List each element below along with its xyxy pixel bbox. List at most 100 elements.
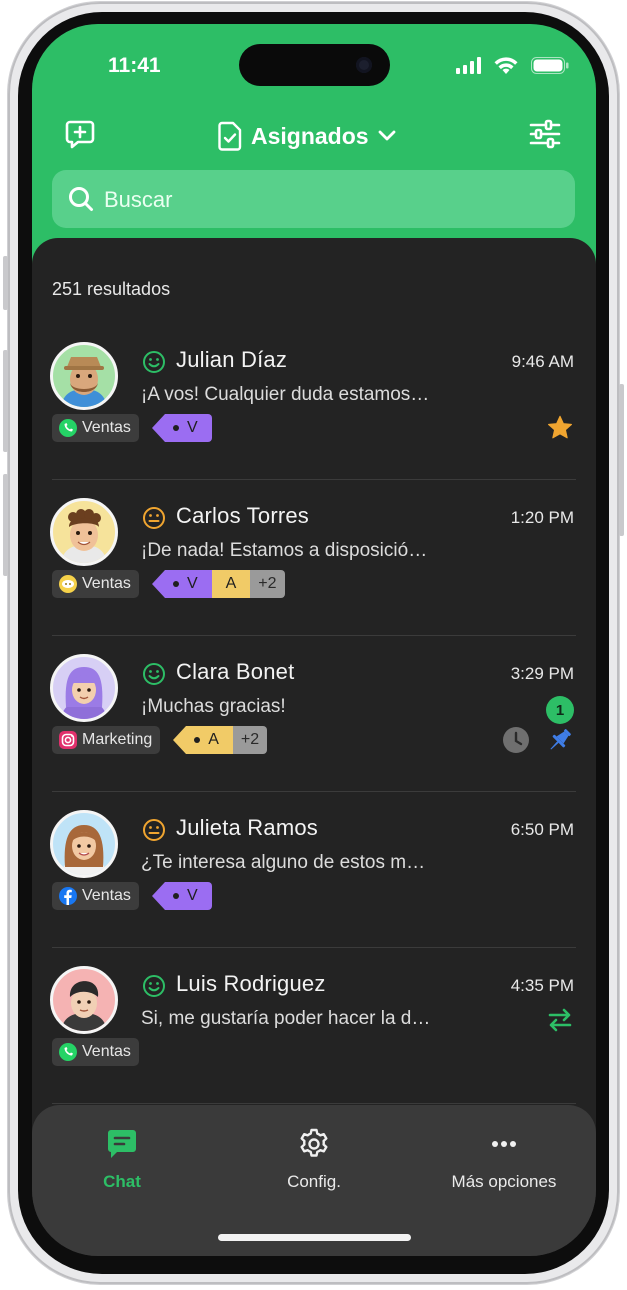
dynamic-island (239, 44, 390, 86)
tag-list: V A +2 (152, 570, 285, 598)
conversation-row[interactable]: Julieta Ramos 6:50 PM ¿Te interesa algun… (32, 792, 596, 948)
avatar (50, 342, 118, 410)
chevron-down-icon (378, 130, 395, 141)
camera-icon (356, 57, 372, 73)
channel-chip: Ventas (52, 1038, 139, 1066)
page-title: Asignados (251, 122, 369, 149)
avatar (50, 654, 118, 722)
conversation-chips: Ventas (52, 1038, 139, 1066)
conversation-row[interactable]: Carlos Torres 1:20 PM ¡De nada! Estamos … (32, 480, 596, 636)
chat-bubble-icon (108, 1130, 136, 1158)
conversation-chips: Ventas V A +2 (52, 570, 285, 598)
home-indicator[interactable] (218, 1234, 411, 1241)
tab-more-options[interactable]: Más opciones (414, 1127, 594, 1192)
tag-chip: A (173, 726, 233, 754)
message-time: 4:35 PM (510, 976, 574, 995)
message-preview: ¡A vos! Cualquier duda estamos… (141, 384, 430, 405)
conversation-chips: Ventas V (52, 414, 212, 442)
contact-name: Carlos Torres (176, 503, 310, 528)
search-icon (69, 187, 93, 211)
more-tags-chip: +2 (250, 570, 285, 598)
neutral-face-icon (143, 507, 165, 529)
channel-name: Ventas (82, 575, 131, 592)
channel-chip: Marketing (52, 726, 161, 754)
app-header: Asignados (32, 114, 596, 158)
channel-name: Ventas (82, 419, 131, 436)
contact-name: Julieta Ramos (176, 815, 318, 840)
unread-badge: 1 (546, 696, 574, 724)
assigned-icon (218, 121, 242, 151)
battery-icon (531, 57, 569, 74)
happy-face-icon (143, 975, 165, 997)
tag-label: V (186, 419, 198, 436)
transfer-icon (548, 1008, 572, 1032)
neutral-face-icon (143, 819, 165, 841)
message-preview: Si, me gustaría poder hacer la d… (141, 1008, 431, 1029)
new-chat-icon (65, 120, 95, 149)
tag-chip: V (152, 882, 212, 910)
avatar (50, 966, 118, 1034)
avatar (50, 498, 118, 566)
contact-name: Luis Rodriguez (176, 971, 326, 996)
tag-list: V (152, 882, 212, 910)
volume-down-button (3, 474, 8, 576)
star-icon[interactable] (546, 414, 574, 442)
tab-chat[interactable]: Chat (32, 1127, 212, 1192)
app-screen: 11:41 Asignados Buscar 251 resultados Ju… (32, 24, 596, 1256)
status-icons (456, 56, 576, 74)
message-preview: ¡Muchas gracias! (141, 696, 286, 717)
status-bar: 11:41 (32, 24, 596, 104)
channel-chip: Ventas (52, 882, 139, 910)
tab-config[interactable]: Config. (224, 1127, 404, 1192)
new-chat-button[interactable] (62, 116, 98, 152)
channel-chip: Ventas (52, 414, 139, 442)
channel-name: Ventas (82, 1043, 131, 1060)
message-time: 9:46 AM (511, 352, 574, 371)
status-time: 11:41 (108, 54, 161, 77)
more-dots-icon (492, 1141, 516, 1147)
filter-sliders-icon (529, 119, 561, 149)
whatsapp-icon (59, 419, 77, 437)
gear-icon (300, 1128, 328, 1157)
search-bar[interactable]: Buscar (52, 170, 575, 228)
volume-up-button (3, 350, 8, 452)
message-preview: ¿Te interesa alguno de estos m… (141, 852, 426, 873)
tag-label: V (186, 887, 198, 904)
message-time: 1:20 PM (510, 508, 574, 527)
tab-chat-label: Chat (103, 1172, 141, 1191)
conversation-row[interactable]: Julian Díaz 9:46 AM ¡A vos! Cualquier du… (32, 324, 596, 480)
tab-config-label: Config. (287, 1172, 341, 1191)
avatar (50, 810, 118, 878)
pin-icon[interactable] (546, 726, 574, 754)
action-button (3, 256, 8, 310)
results-count: 251 resultados (52, 279, 171, 299)
happy-face-icon (143, 663, 165, 685)
row-divider (52, 1103, 576, 1104)
inbox-selector[interactable]: Asignados (217, 120, 397, 152)
facebook-icon (59, 887, 77, 905)
wifi-icon (494, 57, 518, 74)
conversation-chips: Marketing A +2 (52, 726, 268, 754)
tab-more-label: Más opciones (451, 1172, 557, 1191)
tag-label: V (186, 575, 198, 592)
conversation-row[interactable]: Clara Bonet 3:29 PM ¡Muchas gracias! 1 M… (32, 636, 596, 792)
conversation-chips: Ventas V (52, 882, 212, 910)
channel-name: Marketing (82, 731, 153, 748)
conversation-row[interactable]: Luis Rodriguez 4:35 PM Si, me gustaría p… (32, 948, 596, 1104)
tag-list: V (152, 414, 212, 442)
clock-icon (503, 727, 529, 753)
tag-chip: V (152, 414, 212, 442)
chat-widget-icon (59, 575, 77, 593)
contact-name: Julian Díaz (176, 347, 288, 372)
channel-name: Ventas (82, 887, 131, 904)
channel-chip: Ventas (52, 570, 139, 598)
tag-list: A +2 (173, 726, 268, 754)
filter-button[interactable] (527, 116, 563, 152)
instagram-icon (59, 731, 77, 749)
search-placeholder: Buscar (104, 187, 173, 212)
tag-chip: A (211, 570, 251, 598)
contact-name: Clara Bonet (176, 659, 295, 684)
happy-face-icon (143, 351, 165, 373)
more-tags-chip: +2 (232, 726, 268, 754)
tag-chip: V (152, 570, 212, 598)
